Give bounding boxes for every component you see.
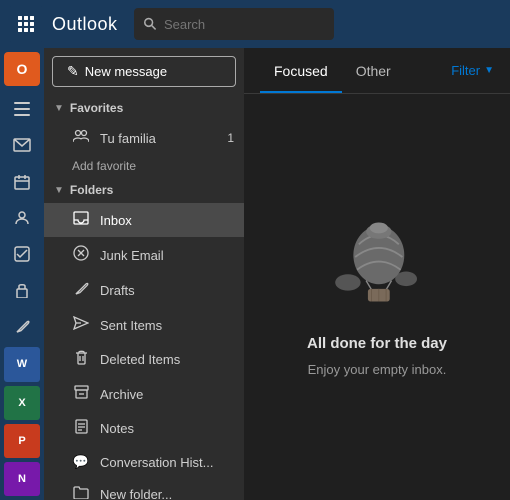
filter-button[interactable]: Filter ▼ [451,63,494,78]
top-bar-left: Outlook [8,6,126,42]
lock-icon[interactable] [4,273,40,307]
new-message-button[interactable]: ✎ New message [52,56,236,87]
powerpoint-icon[interactable]: P [4,424,40,458]
tabs-bar: Focused Other Filter ▼ [244,48,510,94]
sidebar-item-inbox[interactable]: Inbox [44,203,244,237]
sidebar-item-tu-familia[interactable]: Tu familia 1 [44,121,244,155]
sidebar-item-deleted[interactable]: Deleted Items [44,342,244,377]
new-folder-label: New folder... [100,487,172,500]
sidebar-item-conversation-history[interactable]: 💬 Conversation Hist... [44,446,244,478]
icon-rail: O [0,48,44,500]
drafts-label: Drafts [100,283,135,298]
sidebar-item-drafts[interactable]: Drafts [44,273,244,308]
sidebar-item-junk[interactable]: Junk Email [44,237,244,273]
conversation-hist-label: Conversation Hist... [100,455,213,470]
folders-label: Folders [70,183,113,197]
add-favorite-link[interactable]: Add favorite [44,155,244,177]
sidebar-item-sent[interactable]: Sent Items [44,308,244,342]
tu-familia-label: Tu familia [100,131,156,146]
new-folder-icon [72,486,90,500]
conversation-icon: 💬 [72,454,90,470]
notes-icon [72,419,90,438]
sent-icon [72,316,90,334]
tab-other[interactable]: Other [342,48,405,93]
app-title: Outlook [52,14,118,35]
search-bar[interactable] [134,8,334,40]
sidebar: ✎ New message ▼ Favorites Tu familia 1 A… [44,48,244,500]
pen-icon[interactable] [4,309,40,343]
tu-familia-badge: 1 [227,131,234,145]
inbox-label: Inbox [100,213,132,228]
empty-title: All done for the day [307,335,447,352]
balloon-illustration [327,217,427,317]
sent-items-label: Sent Items [100,318,162,333]
onenote-icon[interactable]: N [4,462,40,496]
outlook-logo-icon[interactable]: O [4,52,40,86]
sidebar-item-notes[interactable]: Notes [44,411,244,446]
inbox-icon [72,211,90,229]
folders-chevron-icon: ▼ [54,185,64,196]
junk-icon [72,245,90,265]
search-input[interactable] [164,17,324,32]
top-bar: Outlook [0,0,510,48]
group-icon [72,129,90,147]
drafts-icon [72,281,90,300]
contacts-icon[interactable] [4,201,40,235]
notes-label: Notes [100,421,134,436]
tab-focused[interactable]: Focused [260,48,342,93]
empty-subtitle: Enjoy your empty inbox. [308,362,447,377]
folders-section-header[interactable]: ▼ Folders [44,177,244,203]
favorites-label: Favorites [70,101,123,115]
sidebar-item-new-folder[interactable]: New folder... [44,478,244,500]
word-icon[interactable]: W [4,347,40,381]
favorites-section-header[interactable]: ▼ Favorites [44,95,244,121]
main-content: Focused Other Filter ▼ [244,48,510,500]
excel-icon[interactable]: X [4,386,40,420]
archive-icon [72,385,90,403]
deleted-items-label: Deleted Items [100,352,180,367]
empty-inbox: All done for the day Enjoy your empty in… [244,94,510,500]
sidebar-item-archive[interactable]: Archive [44,377,244,411]
tasks-icon[interactable] [4,237,40,271]
compose-icon: ✎ [67,63,79,80]
hamburger-icon[interactable] [4,92,40,126]
calendar-icon[interactable] [4,165,40,199]
trash-icon [72,350,90,369]
filter-chevron-icon: ▼ [484,65,494,76]
mail-icon[interactable] [4,128,40,162]
search-icon [144,17,156,31]
content-area: O [0,48,510,500]
junk-email-label: Junk Email [100,248,164,263]
archive-label: Archive [100,387,143,402]
app-grid-button[interactable] [8,6,44,42]
favorites-chevron-icon: ▼ [54,103,64,114]
